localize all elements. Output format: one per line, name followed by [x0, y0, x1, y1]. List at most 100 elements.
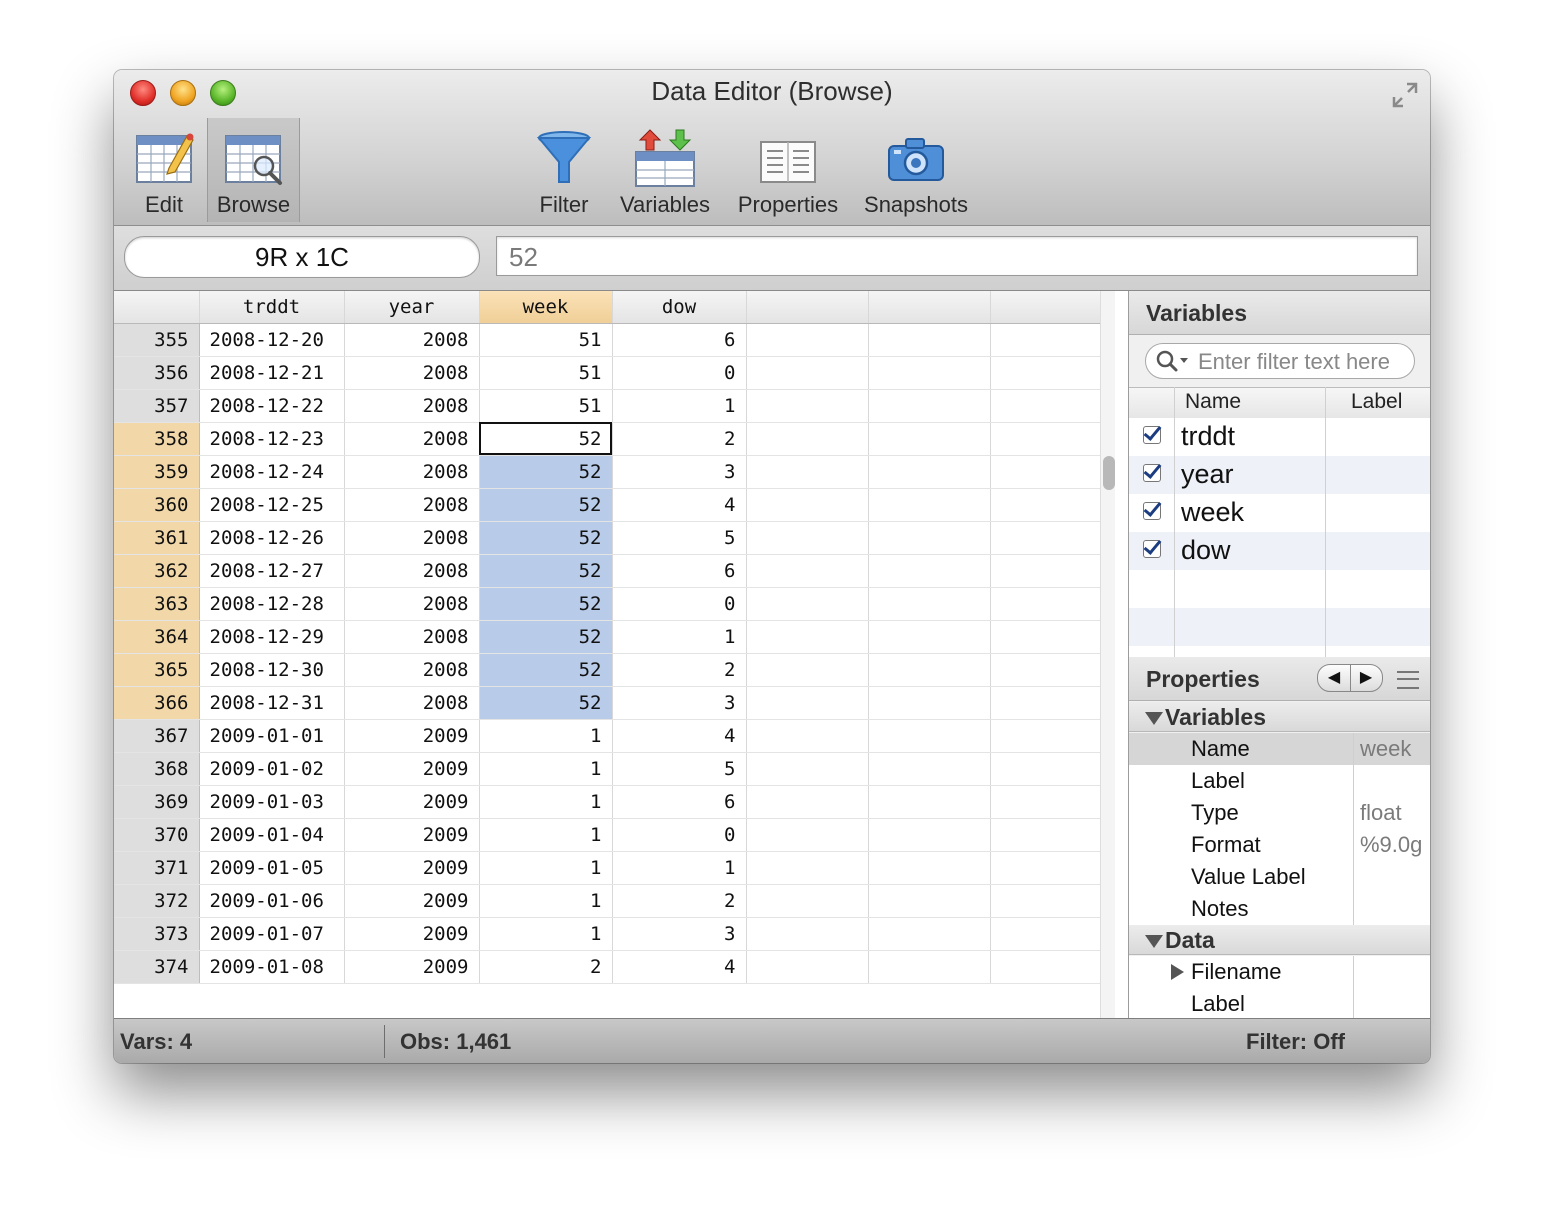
property-row-label[interactable]: Label: [1129, 765, 1430, 798]
cell-week[interactable]: 52: [479, 455, 613, 489]
property-row-filename[interactable]: Filename: [1129, 956, 1430, 989]
cell-dow[interactable]: 4: [612, 950, 747, 984]
cell-dow[interactable]: 6: [612, 785, 747, 819]
cell-trddt[interactable]: 2008-12-21: [199, 356, 345, 390]
cell-year[interactable]: 2008: [344, 455, 480, 489]
cell-year[interactable]: 2009: [344, 719, 480, 753]
cell-dow[interactable]: 3: [612, 917, 747, 951]
cell-year[interactable]: 2008: [344, 521, 480, 555]
table-row[interactable]: 366 2008-12-31 2008 52 3: [114, 686, 1113, 720]
cell-trddt[interactable]: 2009-01-05: [199, 851, 345, 885]
cell-week[interactable]: 1: [479, 752, 613, 786]
cell-trddt[interactable]: 2009-01-04: [199, 818, 345, 852]
table-row[interactable]: 372 2009-01-06 2009 1 2: [114, 884, 1113, 918]
property-row-value-label[interactable]: Value Label: [1129, 861, 1430, 894]
column-header-trddt[interactable]: trddt: [199, 291, 345, 324]
variable-visible-checkbox[interactable]: [1143, 426, 1161, 444]
table-row[interactable]: 359 2008-12-24 2008 52 3: [114, 455, 1113, 489]
table-row[interactable]: 364 2008-12-29 2008 52 1: [114, 620, 1113, 654]
label-column-header[interactable]: Label: [1351, 390, 1402, 414]
table-row[interactable]: 356 2008-12-21 2008 51 0: [114, 356, 1113, 390]
vertical-scroll-thumb[interactable]: [1103, 456, 1115, 490]
cell-week[interactable]: 1: [479, 719, 613, 753]
cell-year[interactable]: 2008: [344, 686, 480, 720]
table-row[interactable]: 363 2008-12-28 2008 52 0: [114, 587, 1113, 621]
cell-trddt[interactable]: 2009-01-01: [199, 719, 345, 753]
cell-trddt[interactable]: 2008-12-29: [199, 620, 345, 654]
cell-week[interactable]: 1: [479, 884, 613, 918]
cell-trddt[interactable]: 2009-01-07: [199, 917, 345, 951]
cell-week[interactable]: 52: [479, 488, 613, 522]
cell-reference-field[interactable]: 9R x 1C: [124, 236, 480, 278]
cell-year[interactable]: 2009: [344, 818, 480, 852]
cell-trddt[interactable]: 2008-12-28: [199, 587, 345, 621]
cell-trddt[interactable]: 2009-01-06: [199, 884, 345, 918]
table-row[interactable]: 361 2008-12-26 2008 52 5: [114, 521, 1113, 555]
cell-trddt[interactable]: 2009-01-03: [199, 785, 345, 819]
variable-visible-checkbox[interactable]: [1143, 540, 1161, 558]
cell-dow[interactable]: 2: [612, 884, 747, 918]
table-row[interactable]: 374 2009-01-08 2009 2 4: [114, 950, 1113, 984]
cell-week[interactable]: 51: [479, 323, 613, 357]
cell-trddt[interactable]: 2009-01-02: [199, 752, 345, 786]
table-row[interactable]: 373 2009-01-07 2009 1 3: [114, 917, 1113, 951]
cell-trddt[interactable]: 2008-12-27: [199, 554, 345, 588]
cell-week[interactable]: 2: [479, 950, 613, 984]
cell-trddt[interactable]: 2008-12-24: [199, 455, 345, 489]
cell-week[interactable]: 52: [479, 653, 613, 687]
cell-dow[interactable]: 1: [612, 389, 747, 423]
data-grid[interactable]: trddt year week dow 355 2008-12-20 2008 51 6…: [114, 291, 1128, 1018]
cell-week[interactable]: 52: [479, 620, 613, 654]
data-section-header[interactable]: Data: [1129, 925, 1430, 955]
cell-year[interactable]: 2008: [344, 389, 480, 423]
cell-week[interactable]: 52: [479, 422, 613, 456]
table-row[interactable]: 371 2009-01-05 2009 1 1: [114, 851, 1113, 885]
cell-year[interactable]: 2008: [344, 587, 480, 621]
cell-dow[interactable]: 2: [612, 653, 747, 687]
properties-button[interactable]: Properties: [732, 118, 844, 222]
cell-year[interactable]: 2008: [344, 620, 480, 654]
table-row[interactable]: 360 2008-12-25 2008 52 4: [114, 488, 1113, 522]
vertical-scrollbar[interactable]: [1100, 291, 1115, 1018]
cell-dow[interactable]: 5: [612, 752, 747, 786]
cell-year[interactable]: 2008: [344, 554, 480, 588]
cell-week[interactable]: 51: [479, 389, 613, 423]
cell-dow[interactable]: 3: [612, 455, 747, 489]
cell-trddt[interactable]: 2008-12-22: [199, 389, 345, 423]
cell-dow[interactable]: 0: [612, 818, 747, 852]
cell-dow[interactable]: 1: [612, 620, 747, 654]
cell-dow[interactable]: 6: [612, 323, 747, 357]
next-arrow-icon[interactable]: ▶: [1350, 665, 1382, 691]
cell-week[interactable]: 52: [479, 521, 613, 555]
cell-dow[interactable]: 3: [612, 686, 747, 720]
cell-year[interactable]: 2009: [344, 752, 480, 786]
cell-week[interactable]: 1: [479, 818, 613, 852]
cell-trddt[interactable]: 2008-12-23: [199, 422, 345, 456]
cell-dow[interactable]: 5: [612, 521, 747, 555]
cell-week[interactable]: 52: [479, 686, 613, 720]
properties-menu-icon[interactable]: [1397, 671, 1419, 689]
cell-year[interactable]: 2008: [344, 488, 480, 522]
browse-mode-button[interactable]: Browse: [207, 118, 300, 222]
disclosure-right-icon[interactable]: [1171, 964, 1184, 980]
variable-visible-checkbox[interactable]: [1143, 464, 1161, 482]
cell-year[interactable]: 2008: [344, 356, 480, 390]
cell-value-field[interactable]: 52: [496, 236, 1418, 276]
cell-week[interactable]: 51: [479, 356, 613, 390]
name-column-header[interactable]: Name: [1185, 390, 1241, 414]
property-row-notes[interactable]: Notes: [1129, 893, 1430, 926]
cell-trddt[interactable]: 2008-12-25: [199, 488, 345, 522]
search-icon[interactable]: [1155, 349, 1191, 373]
cell-year[interactable]: 2009: [344, 851, 480, 885]
table-row[interactable]: 357 2008-12-22 2008 51 1: [114, 389, 1113, 423]
cell-dow[interactable]: 0: [612, 356, 747, 390]
table-row[interactable]: 367 2009-01-01 2009 1 4: [114, 719, 1113, 753]
variables-button[interactable]: Variables: [614, 118, 716, 222]
cell-dow[interactable]: 4: [612, 719, 747, 753]
cell-dow[interactable]: 6: [612, 554, 747, 588]
cell-year[interactable]: 2008: [344, 323, 480, 357]
cell-week[interactable]: 52: [479, 554, 613, 588]
cell-year[interactable]: 2009: [344, 950, 480, 984]
disclosure-down-icon[interactable]: [1145, 712, 1163, 725]
cell-year[interactable]: 2008: [344, 422, 480, 456]
